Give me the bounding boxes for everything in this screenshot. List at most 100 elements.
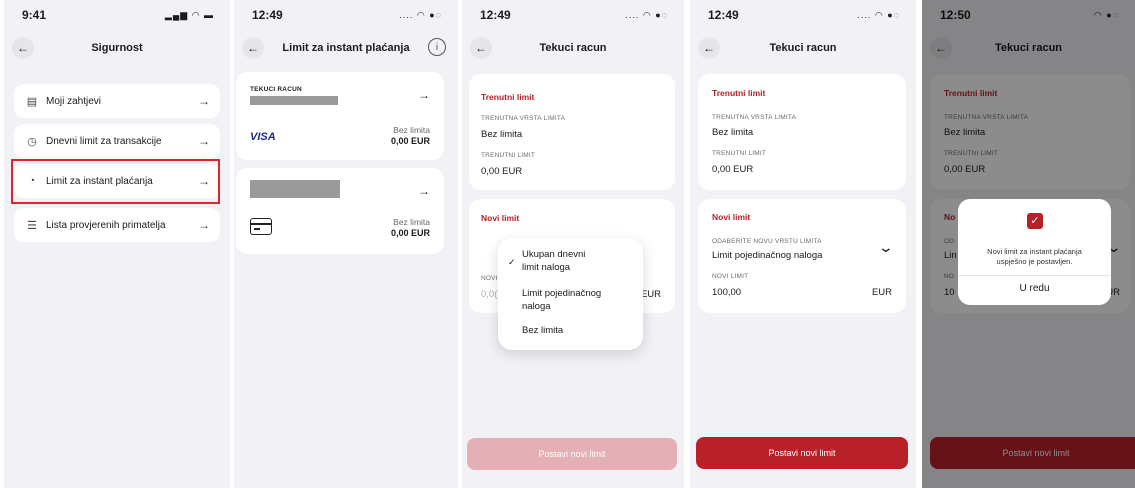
dialog-message-line2: uspješno je postavljen.	[996, 257, 1073, 266]
list-check-icon: ☰	[27, 219, 37, 232]
info-icon[interactable]: i	[428, 38, 446, 56]
redacted-account-number	[250, 96, 338, 105]
card-limit-status: Bez limita	[393, 125, 430, 135]
menu-item-label: Dnevni limit za transakcije	[46, 135, 162, 147]
current-limit-label: TRENUTNI LIMIT	[481, 152, 536, 159]
arrow-right-icon: →	[198, 134, 210, 148]
page-title: Limit za instant plaćanja	[282, 42, 410, 54]
back-arrow-icon[interactable]: ←	[12, 37, 34, 59]
screen-instant-limit: 12:49 .... ◠ ●◌ ← Limit za instant plaća…	[234, 0, 458, 488]
nav-bar: ← Tekuci racun	[690, 30, 916, 66]
screen-success-dialog: 12:50 ◠ ●◌ ← Tekuci racun Trenutni limit…	[922, 0, 1135, 488]
nav-bar: ← Sigurnost	[4, 30, 230, 66]
highlight-box	[11, 159, 220, 204]
card-line	[254, 228, 260, 230]
status-time: 12:49	[252, 8, 283, 22]
menu-item-daily-limit[interactable]: ◷ Dnevni limit za transakcije →	[14, 124, 220, 158]
card-limit-amount: 0,00 EUR	[390, 228, 430, 238]
menu-item-requests[interactable]: ▤ Moji zahtjevi →	[14, 84, 220, 118]
menu-item-label: Lista provjerenih primatelja	[46, 219, 166, 231]
option-label: Bez limita	[522, 325, 564, 336]
dropdown-option-no-limit[interactable]: Bez limita	[498, 324, 643, 342]
current-limit-card: Trenutni limit TRENUTNA VRSTA LIMITA Bez…	[469, 74, 675, 190]
currency-label: EUR	[871, 287, 892, 298]
card-item[interactable]: → Bez limita 0,00 EUR	[236, 168, 444, 254]
page-title: Sigurnost	[91, 42, 143, 54]
page-title: Tekuci racun	[539, 42, 607, 54]
new-limit-card: Novi limit ODABERITE NOVU VRSTU LIMITA L…	[698, 199, 906, 313]
status-icons: .... ◠ ●◌	[625, 9, 668, 20]
status-icons: ▂▄▆ ◠ ▬	[164, 9, 214, 20]
set-new-limit-button[interactable]: Postavi novi limit	[467, 438, 677, 470]
option-label: Ukupan dnevni	[522, 249, 586, 260]
section-title: Trenutni limit	[712, 88, 766, 98]
back-arrow-icon[interactable]: ←	[470, 37, 492, 59]
redacted-card-number	[250, 180, 340, 198]
credit-card-icon	[250, 218, 272, 235]
section-title: Trenutni limit	[481, 92, 535, 102]
page-title: Tekuci racun	[769, 42, 837, 54]
current-limit-card: Trenutni limit TRENUTNA VRSTA LIMITA Bez…	[698, 74, 906, 190]
card-limit-amount: 0,00 EUR	[390, 136, 430, 146]
dropdown-option-total-daily[interactable]: ✓ Ukupan dnevni limit naloga	[498, 249, 643, 279]
back-arrow-icon[interactable]: ←	[698, 37, 720, 59]
dialog-message-line1: Novi limit za instant plaćanja	[987, 247, 1082, 256]
section-title: Novi limit	[712, 212, 751, 222]
menu-item-verified-recipients[interactable]: ☰ Lista provjerenih primatelja →	[14, 208, 220, 242]
option-label: limit naloga	[522, 262, 571, 273]
document-icon: ▤	[26, 95, 38, 108]
arrow-right-icon: →	[198, 94, 210, 108]
set-new-limit-button[interactable]: Postavi novi limit	[696, 437, 908, 469]
section-title: Novi limit	[481, 213, 520, 223]
status-bar: 12:49 .... ◠ ●◌	[462, 0, 684, 30]
status-icons: .... ◠ ●◌	[399, 9, 442, 20]
menu-item-label: Moji zahtjevi	[46, 95, 102, 107]
status-time: 9:41	[22, 8, 47, 22]
card-limit-status: Bez limita	[393, 217, 430, 227]
back-arrow-icon[interactable]: ←	[242, 37, 264, 59]
status-bar: 9:41 ▂▄▆ ◠ ▬	[4, 0, 230, 30]
arrow-right-icon: →	[198, 218, 210, 232]
new-limit-input[interactable]: 100,00	[712, 287, 741, 298]
status-time: 12:49	[480, 8, 511, 22]
limit-type-dropdown[interactable]: ✓ Ukupan dnevni limit naloga Limit pojed…	[498, 238, 643, 350]
checkmark-icon: ✓	[508, 257, 516, 267]
status-time: 12:49	[708, 8, 739, 22]
nav-bar: ← Limit za instant plaćanja i	[234, 30, 458, 66]
dialog-ok-button[interactable]: U redu	[958, 283, 1111, 294]
choose-type-label: ODABERITE NOVU VRSTU LIMITA	[712, 238, 822, 245]
screen-current-account-filled: 12:49 .... ◠ ●◌ ← Tekuci racun Trenutni …	[690, 0, 916, 488]
dropdown-option-single-order[interactable]: Limit pojedinačnog naloga	[498, 288, 643, 318]
new-limit-value: 0,0(	[481, 289, 498, 300]
screen-current-account-dropdown: 12:49 .... ◠ ●◌ ← Tekuci racun Trenutni …	[462, 0, 684, 488]
chevron-down-icon[interactable]: ⌄	[878, 239, 894, 256]
arrow-right-icon: →	[418, 88, 430, 102]
currency-label: EUR	[640, 289, 661, 300]
limit-type-label: TRENUTNA VRSTA LIMITA	[712, 114, 797, 121]
dialog-divider	[958, 275, 1111, 276]
option-label: naloga	[522, 301, 551, 312]
visa-logo: VISA	[250, 131, 276, 143]
limit-type-value: Bez limita	[481, 129, 523, 140]
status-icons: .... ◠ ●◌	[857, 9, 900, 20]
new-limit-label: NOVI	[481, 275, 498, 282]
screen-security: 9:41 ▂▄▆ ◠ ▬ ← Sigurnost ▤ Moji zahtjevi…	[4, 0, 230, 488]
card-stripe	[251, 223, 271, 225]
checkbox-checked-icon: ✓	[1027, 213, 1043, 229]
success-dialog: ✓ Novi limit za instant plaćanja uspješn…	[958, 199, 1111, 305]
choose-type-value[interactable]: Limit pojedinačnog naloga	[712, 250, 822, 261]
nav-bar: ← Tekuci racun	[462, 30, 684, 66]
new-limit-label: NOVI LIMIT	[712, 273, 749, 280]
current-limit-value: 0,00 EUR	[481, 166, 523, 177]
current-limit-value: 0,00 EUR	[712, 164, 754, 175]
account-label: TEKUCI RACUN	[250, 86, 302, 93]
clock-icon: ◷	[27, 135, 37, 148]
limit-type-label: TRENUTNA VRSTA LIMITA	[481, 115, 566, 122]
status-bar: 12:49 .... ◠ ●◌	[690, 0, 916, 30]
account-card[interactable]: TEKUCI RACUN → VISA Bez limita 0,00 EUR	[236, 72, 444, 160]
arrow-right-icon: →	[418, 184, 430, 198]
option-label: Limit pojedinačnog	[522, 288, 602, 299]
current-limit-label: TRENUTNI LIMIT	[712, 150, 767, 157]
limit-type-value: Bez limita	[712, 127, 754, 138]
status-bar: 12:49 .... ◠ ●◌	[234, 0, 458, 30]
